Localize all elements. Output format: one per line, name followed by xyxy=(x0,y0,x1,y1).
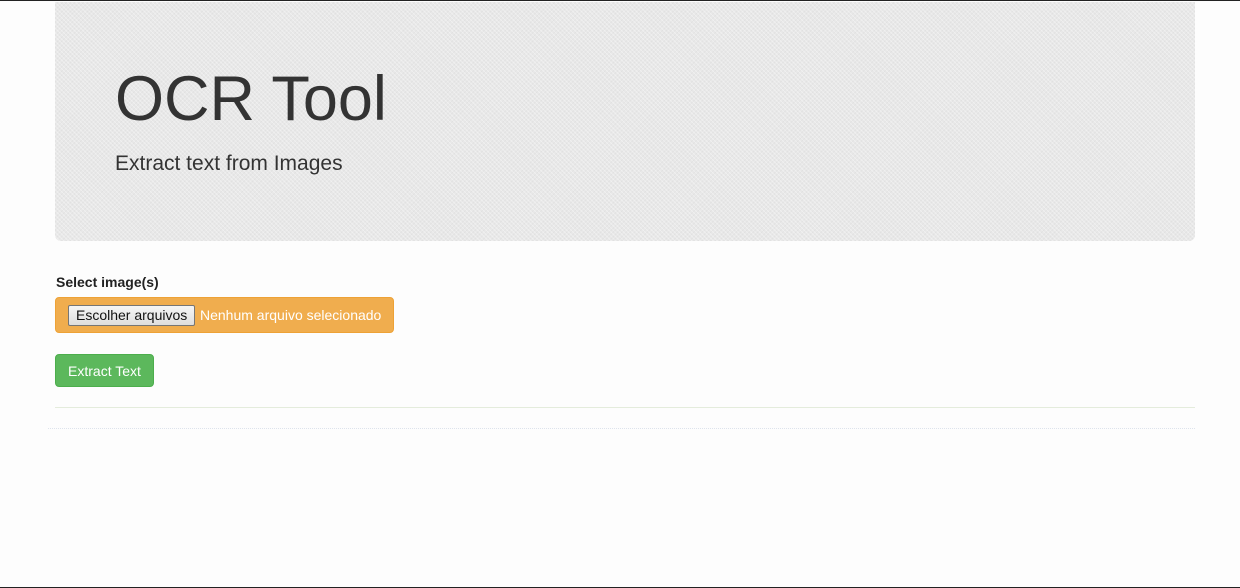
divider xyxy=(55,407,1195,408)
page-title: OCR Tool xyxy=(115,64,387,134)
header-banner: OCR Tool Extract text from Images xyxy=(55,2,1195,241)
page-container: OCR Tool Extract text from Images Select… xyxy=(48,2,1195,429)
file-status-text: Nenhum arquivo selecionado xyxy=(200,307,382,323)
choose-files-button[interactable]: Escolher arquivos xyxy=(68,305,196,326)
file-input-label: Select image(s) xyxy=(56,274,159,290)
file-input[interactable]: Escolher arquivos Nenhum arquivo selecio… xyxy=(55,297,394,333)
page-subtitle: Extract text from Images xyxy=(115,152,343,175)
extract-text-button[interactable]: Extract Text xyxy=(55,354,154,387)
results-divider xyxy=(48,428,1195,429)
